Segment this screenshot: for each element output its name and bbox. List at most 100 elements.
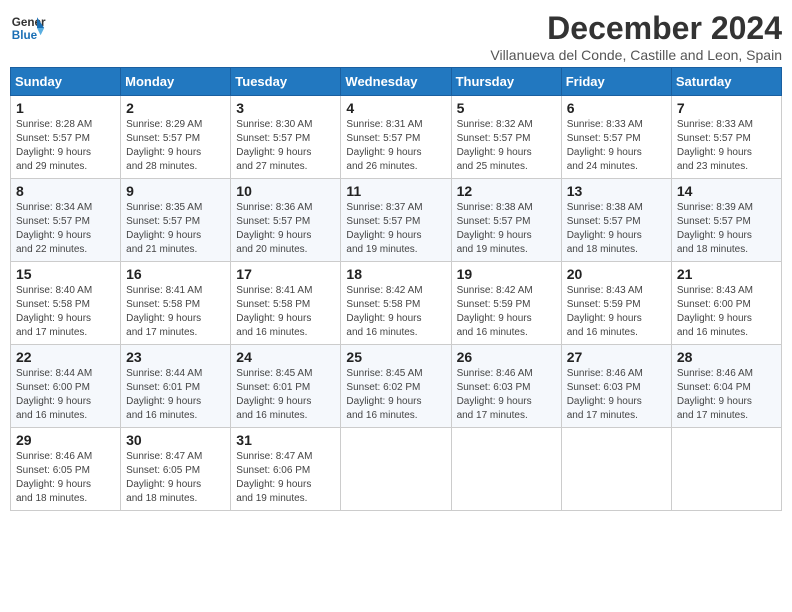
day-number: 22	[16, 349, 115, 365]
month-title: December 2024	[490, 10, 782, 47]
day-info: Sunrise: 8:44 AM Sunset: 6:01 PM Dayligh…	[126, 367, 225, 423]
weekday-header-tuesday: Tuesday	[231, 68, 341, 96]
day-info: Sunrise: 8:36 AM Sunset: 5:57 PM Dayligh…	[236, 201, 335, 257]
day-info: Sunrise: 8:29 AM Sunset: 5:57 PM Dayligh…	[126, 118, 225, 174]
day-number: 5	[457, 100, 556, 116]
calendar-cell	[451, 428, 561, 511]
day-info: Sunrise: 8:45 AM Sunset: 6:02 PM Dayligh…	[346, 367, 445, 423]
day-info: Sunrise: 8:40 AM Sunset: 5:58 PM Dayligh…	[16, 284, 115, 340]
day-number: 7	[677, 100, 776, 116]
calendar-cell: 6Sunrise: 8:33 AM Sunset: 5:57 PM Daylig…	[561, 96, 671, 179]
calendar-cell: 17 Sunrise: 8:41 AM Sunset: 5:58 PM Dayli…	[231, 262, 341, 345]
day-info: Sunrise: 8:30 AM Sunset: 5:57 PM Dayligh…	[236, 118, 335, 174]
day-number: 12	[457, 183, 556, 199]
week-row-5: 29Sunrise: 8:46 AM Sunset: 6:05 PM Dayli…	[11, 428, 782, 511]
day-info: Sunrise: 8:32 AM Sunset: 5:57 PM Dayligh…	[457, 118, 556, 174]
calendar-cell: 21 Sunrise: 8:43 AM Sunset: 6:00 PM Dayli…	[671, 262, 781, 345]
weekday-header-saturday: Saturday	[671, 68, 781, 96]
weekday-header-sunday: Sunday	[11, 68, 121, 96]
day-number: 10	[236, 183, 335, 199]
day-info: Sunrise: 8:31 AM Sunset: 5:57 PM Dayligh…	[346, 118, 445, 174]
day-info: Sunrise: 8:38 AM Sunset: 5:57 PM Dayligh…	[457, 201, 556, 257]
day-info: Sunrise: 8:35 AM Sunset: 5:57 PM Dayligh…	[126, 201, 225, 257]
day-info: Sunrise: 8:46 AM Sunset: 6:03 PM Dayligh…	[567, 367, 666, 423]
day-number: 27	[567, 349, 666, 365]
calendar-cell: 2 Sunrise: 8:29 AM Sunset: 5:57 PM Daylig…	[121, 96, 231, 179]
week-row-1: 1 Sunrise: 8:28 AM Sunset: 5:57 PM Daylig…	[11, 96, 782, 179]
day-number: 24	[236, 349, 335, 365]
day-number: 16	[126, 266, 225, 282]
day-number: 6	[567, 100, 666, 116]
page-header: General Blue December 2024 Villanueva de…	[10, 10, 782, 63]
day-info: Sunrise: 8:46 AM Sunset: 6:04 PM Dayligh…	[677, 367, 776, 423]
day-number: 4	[346, 100, 445, 116]
calendar-cell: 14 Sunrise: 8:39 AM Sunset: 5:57 PM Dayli…	[671, 179, 781, 262]
calendar-cell: 7 Sunrise: 8:33 AM Sunset: 5:57 PM Daylig…	[671, 96, 781, 179]
weekday-header-friday: Friday	[561, 68, 671, 96]
day-number: 25	[346, 349, 445, 365]
day-number: 29	[16, 432, 115, 448]
day-number: 11	[346, 183, 445, 199]
day-info: Sunrise: 8:43 AM Sunset: 5:59 PM Dayligh…	[567, 284, 666, 340]
weekday-header-wednesday: Wednesday	[341, 68, 451, 96]
calendar-cell: 25 Sunrise: 8:45 AM Sunset: 6:02 PM Dayli…	[341, 345, 451, 428]
title-area: December 2024 Villanueva del Conde, Cast…	[490, 10, 782, 63]
week-row-4: 22 Sunrise: 8:44 AM Sunset: 6:00 PM Dayli…	[11, 345, 782, 428]
calendar-cell: 11 Sunrise: 8:37 AM Sunset: 5:57 PM Dayli…	[341, 179, 451, 262]
calendar-cell: 24Sunrise: 8:45 AM Sunset: 6:01 PM Dayli…	[231, 345, 341, 428]
calendar-cell: 5 Sunrise: 8:32 AM Sunset: 5:57 PM Daylig…	[451, 96, 561, 179]
calendar-cell: 19 Sunrise: 8:42 AM Sunset: 5:59 PM Dayli…	[451, 262, 561, 345]
day-number: 1	[16, 100, 115, 116]
day-info: Sunrise: 8:42 AM Sunset: 5:59 PM Dayligh…	[457, 284, 556, 340]
calendar-cell: 1 Sunrise: 8:28 AM Sunset: 5:57 PM Daylig…	[11, 96, 121, 179]
day-info: Sunrise: 8:33 AM Sunset: 5:57 PM Dayligh…	[677, 118, 776, 174]
day-number: 21	[677, 266, 776, 282]
day-number: 8	[16, 183, 115, 199]
day-number: 14	[677, 183, 776, 199]
day-info: Sunrise: 8:28 AM Sunset: 5:57 PM Dayligh…	[16, 118, 115, 174]
calendar-cell	[671, 428, 781, 511]
week-row-3: 15Sunrise: 8:40 AM Sunset: 5:58 PM Dayli…	[11, 262, 782, 345]
logo-icon: General Blue	[10, 10, 46, 46]
day-number: 28	[677, 349, 776, 365]
day-number: 2	[126, 100, 225, 116]
calendar-cell: 18 Sunrise: 8:42 AM Sunset: 5:58 PM Dayli…	[341, 262, 451, 345]
calendar-cell: 29Sunrise: 8:46 AM Sunset: 6:05 PM Dayli…	[11, 428, 121, 511]
weekday-header-monday: Monday	[121, 68, 231, 96]
calendar-cell	[341, 428, 451, 511]
calendar-cell: 23Sunrise: 8:44 AM Sunset: 6:01 PM Dayli…	[121, 345, 231, 428]
day-number: 13	[567, 183, 666, 199]
calendar-cell: 13Sunrise: 8:38 AM Sunset: 5:57 PM Dayli…	[561, 179, 671, 262]
calendar-table: SundayMondayTuesdayWednesdayThursdayFrid…	[10, 67, 782, 511]
calendar-cell: 12 Sunrise: 8:38 AM Sunset: 5:57 PM Dayli…	[451, 179, 561, 262]
logo: General Blue	[10, 10, 46, 46]
calendar-cell: 4 Sunrise: 8:31 AM Sunset: 5:57 PM Daylig…	[341, 96, 451, 179]
location-subtitle: Villanueva del Conde, Castille and Leon,…	[490, 47, 782, 63]
day-info: Sunrise: 8:47 AM Sunset: 6:06 PM Dayligh…	[236, 450, 335, 506]
weekday-header-row: SundayMondayTuesdayWednesdayThursdayFrid…	[11, 68, 782, 96]
day-info: Sunrise: 8:39 AM Sunset: 5:57 PM Dayligh…	[677, 201, 776, 257]
day-number: 17	[236, 266, 335, 282]
day-info: Sunrise: 8:41 AM Sunset: 5:58 PM Dayligh…	[236, 284, 335, 340]
day-info: Sunrise: 8:43 AM Sunset: 6:00 PM Dayligh…	[677, 284, 776, 340]
calendar-cell: 20Sunrise: 8:43 AM Sunset: 5:59 PM Dayli…	[561, 262, 671, 345]
day-info: Sunrise: 8:42 AM Sunset: 5:58 PM Dayligh…	[346, 284, 445, 340]
day-info: Sunrise: 8:46 AM Sunset: 6:03 PM Dayligh…	[457, 367, 556, 423]
svg-text:Blue: Blue	[12, 29, 38, 42]
day-info: Sunrise: 8:37 AM Sunset: 5:57 PM Dayligh…	[346, 201, 445, 257]
day-info: Sunrise: 8:44 AM Sunset: 6:00 PM Dayligh…	[16, 367, 115, 423]
calendar-cell: 28 Sunrise: 8:46 AM Sunset: 6:04 PM Dayli…	[671, 345, 781, 428]
day-number: 31	[236, 432, 335, 448]
day-number: 18	[346, 266, 445, 282]
day-number: 26	[457, 349, 556, 365]
calendar-cell: 22 Sunrise: 8:44 AM Sunset: 6:00 PM Dayli…	[11, 345, 121, 428]
day-number: 19	[457, 266, 556, 282]
day-number: 9	[126, 183, 225, 199]
day-info: Sunrise: 8:47 AM Sunset: 6:05 PM Dayligh…	[126, 450, 225, 506]
calendar-cell: 9 Sunrise: 8:35 AM Sunset: 5:57 PM Daylig…	[121, 179, 231, 262]
weekday-header-thursday: Thursday	[451, 68, 561, 96]
week-row-2: 8Sunrise: 8:34 AM Sunset: 5:57 PM Daylig…	[11, 179, 782, 262]
day-info: Sunrise: 8:41 AM Sunset: 5:58 PM Dayligh…	[126, 284, 225, 340]
calendar-cell: 8Sunrise: 8:34 AM Sunset: 5:57 PM Daylig…	[11, 179, 121, 262]
day-number: 30	[126, 432, 225, 448]
